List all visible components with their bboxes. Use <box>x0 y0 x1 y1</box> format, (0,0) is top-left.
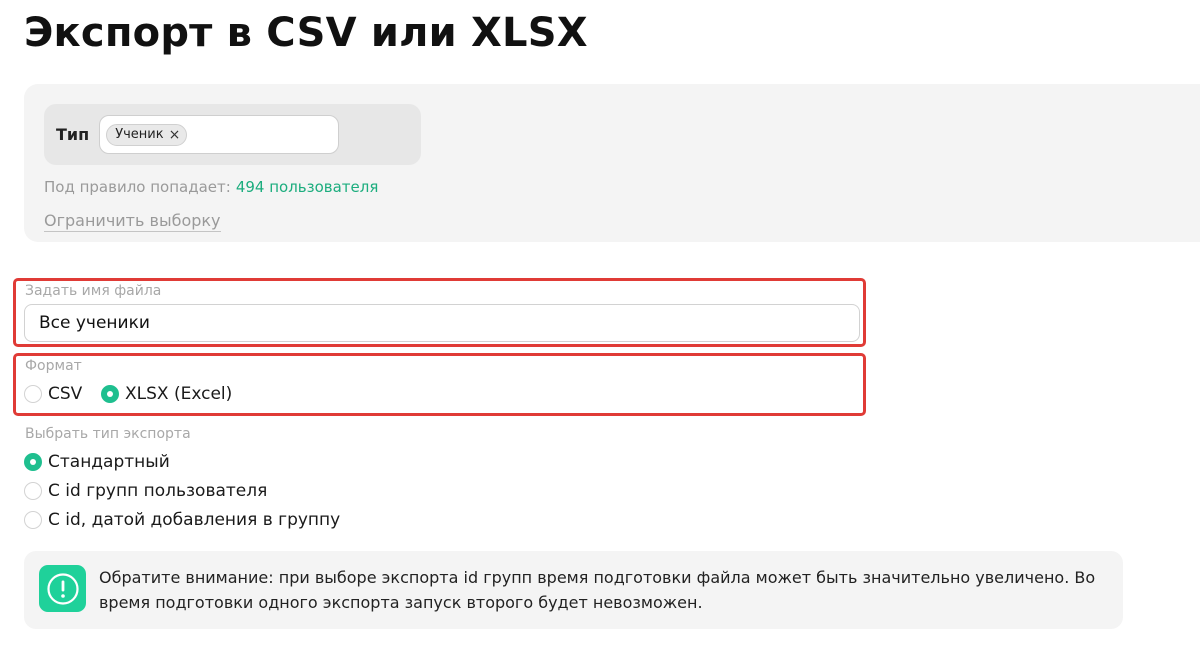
filename-label: Задать имя файла <box>25 283 162 299</box>
export-option-standard[interactable]: Стандартный <box>24 452 170 472</box>
rule-label: Тип <box>56 125 90 144</box>
limit-selection-link[interactable]: Ограничить выборку <box>44 211 221 232</box>
match-count-prefix: Под правило попадает: <box>44 178 231 196</box>
format-option-label: XLSX (Excel) <box>125 384 233 404</box>
export-option-label: С id, датой добавления в группу <box>48 510 341 530</box>
match-count-value[interactable]: 494 пользователя <box>236 178 379 196</box>
export-option-group-ids[interactable]: С id групп пользователя <box>24 481 267 501</box>
export-page: Экспорт в CSV или XLSX Тип Ученик × Под … <box>0 0 1200 653</box>
warning-notice: Обратите внимание: при выборе экспорта i… <box>24 551 1123 629</box>
radio-unchecked-icon[interactable] <box>24 385 42 403</box>
radio-unchecked-icon[interactable] <box>24 511 42 529</box>
format-option-xlsx[interactable]: XLSX (Excel) <box>101 384 232 404</box>
rule-tag-label: Ученик <box>115 127 164 142</box>
export-option-ids-date[interactable]: С id, датой добавления в группу <box>24 510 340 530</box>
tag-remove-icon[interactable]: × <box>169 128 181 142</box>
format-option-label: CSV <box>48 384 83 404</box>
filter-card: Тип Ученик × Под правило попадает: 494 по… <box>24 84 1200 242</box>
notice-text: Обратите внимание: при выборе экспорта i… <box>99 568 1096 612</box>
exclamation-circle-icon <box>39 565 86 612</box>
radio-checked-icon[interactable] <box>101 385 119 403</box>
rule-tag: Ученик × <box>106 123 188 146</box>
export-option-label: Стандартный <box>48 452 170 472</box>
filename-input[interactable]: Все ученики <box>24 304 860 342</box>
format-option-csv[interactable]: CSV <box>24 384 82 404</box>
radio-unchecked-icon[interactable] <box>24 482 42 500</box>
radio-checked-icon[interactable] <box>24 453 42 471</box>
match-count-line: Под правило попадает: 494 пользователя <box>44 178 378 196</box>
rule-box: Тип Ученик × <box>44 104 421 165</box>
export-type-label: Выбрать тип экспорта <box>25 426 191 442</box>
rule-value-field[interactable]: Ученик × <box>99 115 340 154</box>
export-option-label: С id групп пользователя <box>48 481 268 501</box>
page-title: Экспорт в CSV или XLSX <box>24 10 588 56</box>
format-label: Формат <box>25 358 82 374</box>
